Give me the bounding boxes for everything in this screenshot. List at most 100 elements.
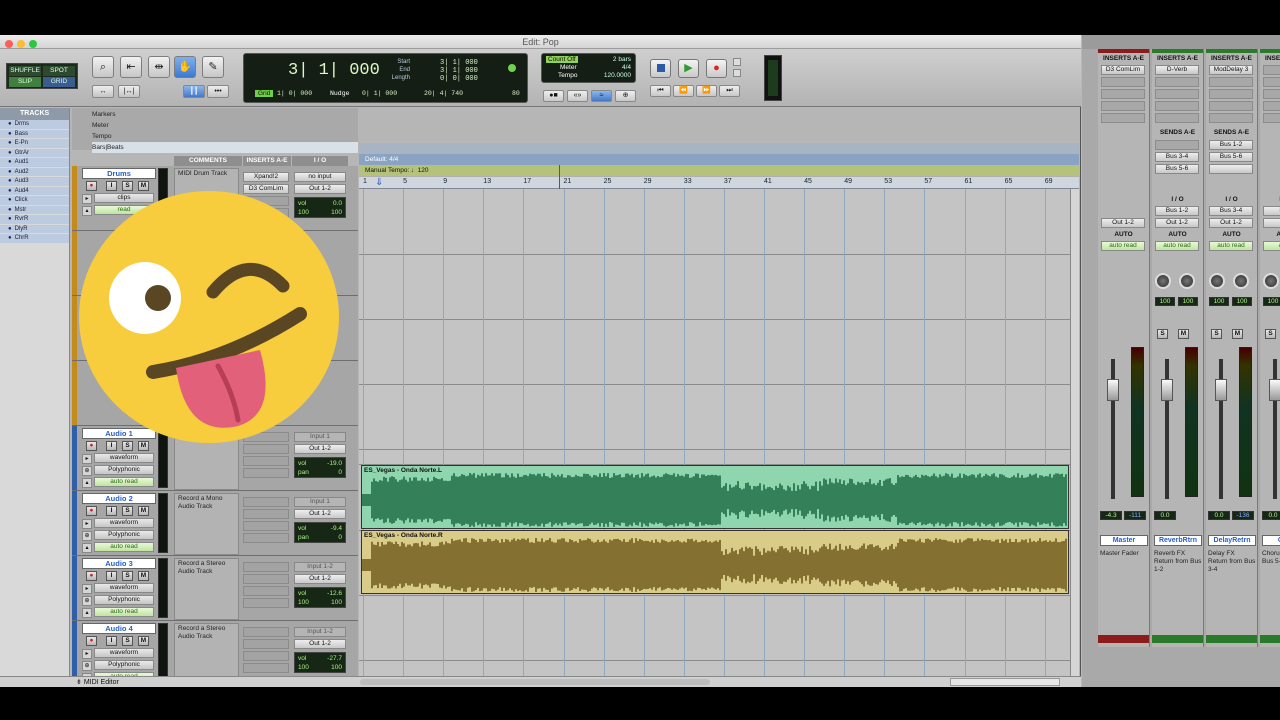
markers-ruler-label[interactable]: Markers — [92, 109, 115, 120]
mixer-insert-slot[interactable] — [1209, 113, 1253, 123]
mixer-insert-slot[interactable] — [1263, 77, 1280, 87]
track-view-selector[interactable]: waveform — [94, 518, 154, 528]
show-hide-dot-icon[interactable]: ● — [8, 159, 12, 165]
show-hide-dot-icon[interactable]: ● — [8, 150, 12, 156]
mixer-insert-slot[interactable] — [1155, 89, 1199, 99]
grid-label[interactable]: Grid — [255, 90, 273, 97]
insert-slot-1[interactable] — [243, 562, 289, 572]
volume-pan-display[interactable]: vol -27.7 100 100 — [294, 652, 346, 673]
track-view-selector[interactable]: waveform — [94, 453, 154, 463]
elastic-audio-selector[interactable]: Polyphonic — [94, 660, 154, 670]
insert-slot-2[interactable] — [243, 574, 289, 584]
insert-slot-2[interactable] — [243, 509, 289, 519]
horizontal-scrollbar[interactable] — [360, 679, 710, 685]
nudge-label[interactable]: Nudge — [330, 90, 350, 97]
insert-slot-3[interactable] — [243, 651, 289, 661]
mute-button[interactable]: M — [138, 571, 149, 581]
playlist-icon[interactable]: ▸ — [82, 649, 92, 659]
mixer-insert-slot[interactable]: D-Verb — [1155, 65, 1199, 75]
main-counter[interactable]: 3| 1| 000 — [288, 61, 380, 80]
meter-ruler[interactable]: Default: 4/4 — [359, 154, 1079, 165]
output-selector[interactable]: Out 1-2 — [294, 444, 346, 454]
tracks-list-item[interactable]: ● Drms — [0, 120, 69, 130]
track-name[interactable]: Audio 4 — [82, 623, 156, 634]
mixer-solo-button[interactable]: S — [1265, 329, 1276, 339]
insert-slot-4[interactable] — [243, 533, 289, 543]
shuffle-arrows-icon[interactable]: ↔ — [92, 85, 114, 98]
mixer-automation-mode[interactable]: auto — [1263, 241, 1280, 251]
mixer-track-name[interactable]: ReverbRtrn — [1154, 535, 1202, 546]
tab-to-transient-icon[interactable]: ┃┃ — [183, 85, 205, 98]
click-icon[interactable]: «» — [567, 90, 588, 102]
send-slot[interactable]: Bus 1-2 — [1209, 140, 1253, 150]
tracks-list-item[interactable]: ● ChrR — [0, 234, 69, 244]
record-enable-icon[interactable]: ● — [86, 571, 97, 581]
tracks-list-item[interactable]: ● E-Pn — [0, 139, 69, 149]
slip-mode-button[interactable]: SLIP — [9, 77, 41, 87]
meter-value[interactable]: 4/4 — [622, 64, 631, 71]
show-hide-dot-icon[interactable]: ● — [8, 140, 12, 146]
go-to-end-icon[interactable]: ⏭ — [719, 85, 740, 97]
mixer-input-selector[interactable]: Bus — [1263, 206, 1280, 216]
elastic-audio-selector[interactable]: Polyphonic — [94, 465, 154, 475]
mixer-track-name[interactable]: Master — [1100, 535, 1148, 546]
tempo-value[interactable]: 120.0000 — [604, 72, 631, 79]
minimize-icon[interactable] — [17, 40, 25, 48]
mixer-insert-slot[interactable] — [1155, 101, 1199, 111]
automation-mode-selector[interactable]: auto read — [94, 542, 154, 552]
audio-clip-left[interactable]: ES_Vegas - Onda Norte.L — [361, 465, 1069, 529]
playhead-marker-icon[interactable]: ⇓ — [375, 177, 383, 188]
tracks-list-item[interactable]: ● RvrR — [0, 215, 69, 225]
shuffle-mode-button[interactable]: SHUFFLE — [9, 66, 41, 76]
meter-ruler-label[interactable]: Meter — [92, 120, 109, 131]
volume-pan-display[interactable]: vol -9.4 pan 0 — [294, 522, 346, 543]
mixer-insert-slot[interactable] — [1209, 101, 1253, 111]
rewind-icon[interactable]: ⏪ — [673, 85, 694, 97]
zoom-icon[interactable] — [29, 40, 37, 48]
volume-fader[interactable] — [1269, 379, 1280, 401]
show-hide-dot-icon[interactable]: ● — [8, 226, 12, 232]
mute-button[interactable]: M — [138, 636, 149, 646]
grid-value[interactable]: 1| 0| 000 — [277, 90, 312, 97]
insert-slot-4[interactable] — [243, 598, 289, 608]
show-hide-dot-icon[interactable]: ● — [8, 169, 12, 175]
tracks-grid[interactable]: ES_Vegas - Onda Norte.L ES_Vegas - Onda … — [359, 189, 1071, 687]
start-value[interactable]: 3| 1| 000 — [440, 59, 478, 67]
mixer-output-selector[interactable]: Out 1-2 — [1209, 218, 1253, 228]
record-icon[interactable]: ● — [706, 59, 727, 78]
insert-slot-2[interactable] — [243, 444, 289, 454]
solo-button[interactable]: S — [122, 571, 133, 581]
countoff-toggle-icon[interactable]: ≈ — [591, 90, 612, 102]
track-comments[interactable]: Record a Mono Audio Track — [174, 493, 239, 555]
playlist-icon[interactable]: ▸ — [82, 454, 92, 464]
track-header[interactable]: Audio 2 ● I S M ▸ waveform ⊕ Polyphonic ▴ auto rea… — [72, 491, 358, 556]
mixer-output-selector[interactable]: Out — [1263, 218, 1280, 228]
playlist-icon[interactable]: ▸ — [82, 584, 92, 594]
insert-slot-3[interactable] — [243, 586, 289, 596]
mixer-automation-mode[interactable]: auto read — [1155, 241, 1199, 251]
tempo-ruler[interactable]: Manual Tempo: ♩120 — [359, 165, 1079, 176]
mixer-insert-slot[interactable]: D3 ComLim — [1101, 65, 1145, 75]
insert-slot-3[interactable] — [243, 521, 289, 531]
input-selector[interactable]: Input 1-2 — [294, 562, 346, 572]
track-name[interactable]: Drums — [82, 168, 156, 179]
record-enable-icon[interactable]: ● — [86, 506, 97, 516]
mixer-insert-slot[interactable] — [1155, 77, 1199, 87]
selector-tool-icon[interactable]: ⇹ — [148, 56, 170, 78]
track-comments[interactable]: Record a Stereo Audio Track — [174, 558, 239, 620]
solo-button[interactable]: S — [122, 506, 133, 516]
show-hide-dot-icon[interactable]: ● — [8, 197, 12, 203]
grabber-hand-icon[interactable]: ✋ — [174, 56, 196, 78]
mixer-comment[interactable]: Delay FX Return from Bus 3-4 — [1208, 550, 1256, 574]
transport-option-icon[interactable] — [733, 69, 741, 77]
input-monitor-icon[interactable]: I — [106, 636, 117, 646]
spot-mode-button[interactable]: SPOT — [43, 66, 75, 76]
mixer-insert-slot[interactable] — [1263, 101, 1280, 111]
mixer-comment[interactable]: Reverb FX Return from Bus 1-2 — [1154, 550, 1202, 574]
mixer-insert-slot[interactable] — [1101, 113, 1145, 123]
wait-for-note-icon[interactable]: ●■ — [543, 90, 564, 102]
markers-ruler[interactable] — [359, 143, 1079, 154]
automation-icon[interactable]: ▴ — [82, 608, 92, 618]
mixer-insert-slot[interactable] — [1263, 89, 1280, 99]
pan-knob-left[interactable] — [1155, 273, 1171, 289]
